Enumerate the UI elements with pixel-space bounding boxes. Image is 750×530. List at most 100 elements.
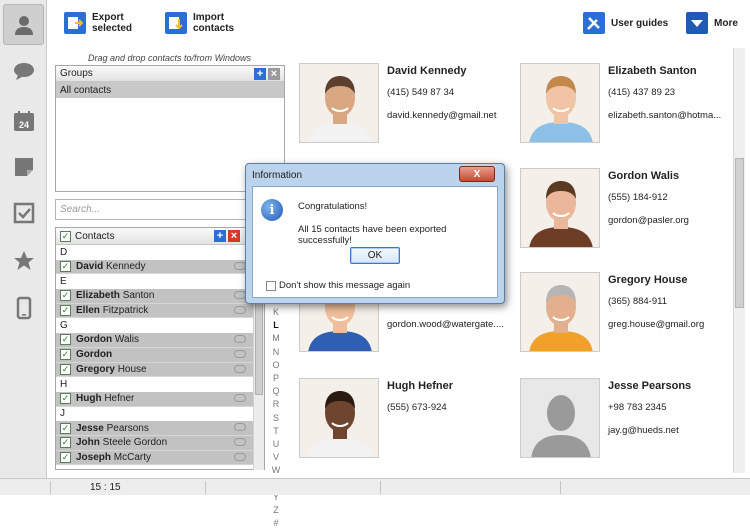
contact-email[interactable]: david.kennedy@gmail.net (387, 110, 496, 121)
cloud-icon (234, 452, 246, 461)
alphabet-letter[interactable]: P (273, 372, 279, 385)
alphabet-letter[interactable]: L (273, 319, 279, 332)
status-divider (50, 481, 51, 494)
alphabet-letter[interactable]: N (273, 346, 280, 359)
contact-list-item[interactable]: ✓ Elizabeth Santon (56, 289, 264, 304)
contact-checkbox[interactable]: ✓ (60, 334, 71, 346)
contact-list-item[interactable]: ✓ Gregory House (56, 362, 264, 378)
contact-checkbox[interactable]: ✓ (60, 349, 71, 361)
contact-photo[interactable] (520, 63, 600, 143)
cloud-icon (234, 305, 246, 314)
tasks-icon[interactable] (3, 192, 44, 233)
status-bar: 15 : 15 (0, 478, 750, 495)
contact-list-item[interactable]: ✓ Gordon (56, 347, 264, 363)
contact-photo[interactable] (520, 272, 600, 352)
select-all-checkbox[interactable]: ✓ (60, 230, 71, 242)
drag-drop-hint: Drag and drop contacts to/from Windows (88, 53, 251, 63)
letter-header: D (56, 245, 264, 260)
alphabet-letter[interactable]: Z (273, 504, 279, 517)
contact-phone: (555) 673-924 (387, 402, 447, 413)
contact-checkbox[interactable]: ✓ (60, 451, 71, 463)
contact-photo[interactable] (520, 168, 600, 248)
contact-list-item[interactable]: ✓ Gordon Walis (56, 333, 264, 348)
contact-email[interactable]: elizabeth.santon@hotma... (608, 110, 721, 121)
cloud-icon (234, 437, 246, 446)
contact-first-name: Gordon (76, 349, 113, 361)
add-group-button[interactable]: + (254, 68, 266, 80)
letter-header: H (56, 377, 264, 392)
alphabet-letter[interactable]: T (273, 425, 279, 438)
contact-list-item[interactable]: ✓ Joseph McCarty (56, 450, 264, 466)
contact-email[interactable]: gordon@pasler.org (608, 215, 689, 226)
contact-checkbox[interactable]: ✓ (60, 261, 71, 273)
ok-button[interactable]: OK (350, 247, 400, 264)
dialog-message-title: Congratulations! (298, 201, 368, 212)
contact-name: Jesse Pearsons (608, 380, 692, 392)
notes-icon[interactable] (3, 146, 44, 187)
contact-name: David Kennedy (387, 65, 467, 77)
cards-scroll-thumb[interactable] (735, 158, 744, 308)
contact-email[interactable]: greg.house@gmail.org (608, 319, 704, 330)
alphabet-letter[interactable]: R (273, 398, 280, 411)
cards-scrollbar[interactable] (733, 48, 745, 473)
more-button[interactable]: More (686, 9, 738, 37)
alphabet-letter[interactable]: Q (272, 385, 279, 398)
dont-show-checkbox[interactable] (266, 280, 276, 291)
info-icon: i (261, 199, 283, 221)
contacts-label: Contacts (75, 230, 115, 242)
contact-photo[interactable] (299, 63, 379, 143)
contact-checkbox[interactable]: ✓ (60, 422, 71, 434)
contact-phone: (415) 549 87 34 (387, 87, 455, 98)
contacts-icon[interactable] (3, 4, 44, 45)
groups-label: Groups (60, 68, 93, 79)
export-selected-button[interactable]: Export selected (64, 9, 132, 37)
contact-last-name: Steele Gordon (102, 437, 168, 449)
contact-last-name: McCarty (113, 451, 152, 463)
search-input[interactable]: Search... (55, 199, 270, 220)
contact-email[interactable]: jay.g@hueds.net (608, 425, 679, 436)
phone-icon[interactable] (3, 287, 44, 328)
delete-contact-button[interactable]: × (228, 230, 240, 242)
contact-list-item[interactable]: ✓ Hugh Hefner (56, 391, 264, 407)
contact-first-name: Gregory (76, 363, 115, 375)
favorites-icon[interactable] (3, 240, 44, 281)
contact-list-item[interactable]: ✓ John Steele Gordon (56, 435, 264, 451)
alphabet-letter[interactable]: M (272, 332, 280, 345)
chat-icon[interactable] (3, 50, 44, 91)
cloud-icon (234, 423, 246, 432)
contact-name: Elizabeth Santon (608, 65, 697, 77)
contact-list-item[interactable]: ✓ Jesse Pearsons (56, 421, 264, 436)
contact-checkbox[interactable]: ✓ (60, 437, 71, 449)
contact-list-item[interactable]: ✓ Ellen Fitzpatrick (56, 303, 264, 319)
dialog-close-button[interactable]: X (459, 166, 495, 182)
contact-photo[interactable] (299, 378, 379, 458)
contact-checkbox[interactable]: ✓ (60, 393, 71, 405)
status-divider (560, 481, 561, 494)
group-item-all-contacts[interactable]: All contacts (56, 82, 284, 98)
alphabet-letter[interactable]: W (272, 464, 281, 477)
alphabet-letter[interactable]: S (273, 412, 279, 425)
dialog-message: All 15 contacts have been exported succe… (298, 224, 447, 246)
alphabet-letter[interactable]: V (273, 451, 279, 464)
cloud-icon (234, 349, 246, 358)
contact-phone: +98 783 2345 (608, 402, 667, 413)
contact-photo[interactable] (520, 378, 600, 458)
calendar-icon[interactable]: 24 (3, 100, 44, 141)
import-contacts-button[interactable]: Import contacts (165, 9, 234, 37)
alphabet-letter[interactable]: # (273, 517, 278, 530)
status-divider (205, 481, 206, 494)
alphabet-letter[interactable]: K (273, 306, 279, 319)
dont-show-again[interactable]: Don't show this message again (266, 280, 410, 291)
contact-checkbox[interactable]: ✓ (60, 305, 71, 317)
user-guides-button[interactable]: User guides (583, 9, 668, 37)
delete-group-button[interactable]: × (268, 68, 280, 80)
alphabet-letter[interactable]: O (272, 359, 279, 372)
add-contact-button[interactable]: + (214, 230, 226, 242)
contact-list-item[interactable]: ✓ David Kennedy (56, 259, 264, 275)
contact-email[interactable]: gordon.wood@watergate.... (387, 319, 504, 330)
left-nav-rail: 24 (0, 0, 47, 478)
contact-checkbox[interactable]: ✓ (60, 290, 71, 302)
contact-checkbox[interactable]: ✓ (60, 363, 71, 375)
alphabet-letter[interactable]: U (273, 438, 280, 451)
contact-first-name: Elizabeth (76, 290, 120, 302)
